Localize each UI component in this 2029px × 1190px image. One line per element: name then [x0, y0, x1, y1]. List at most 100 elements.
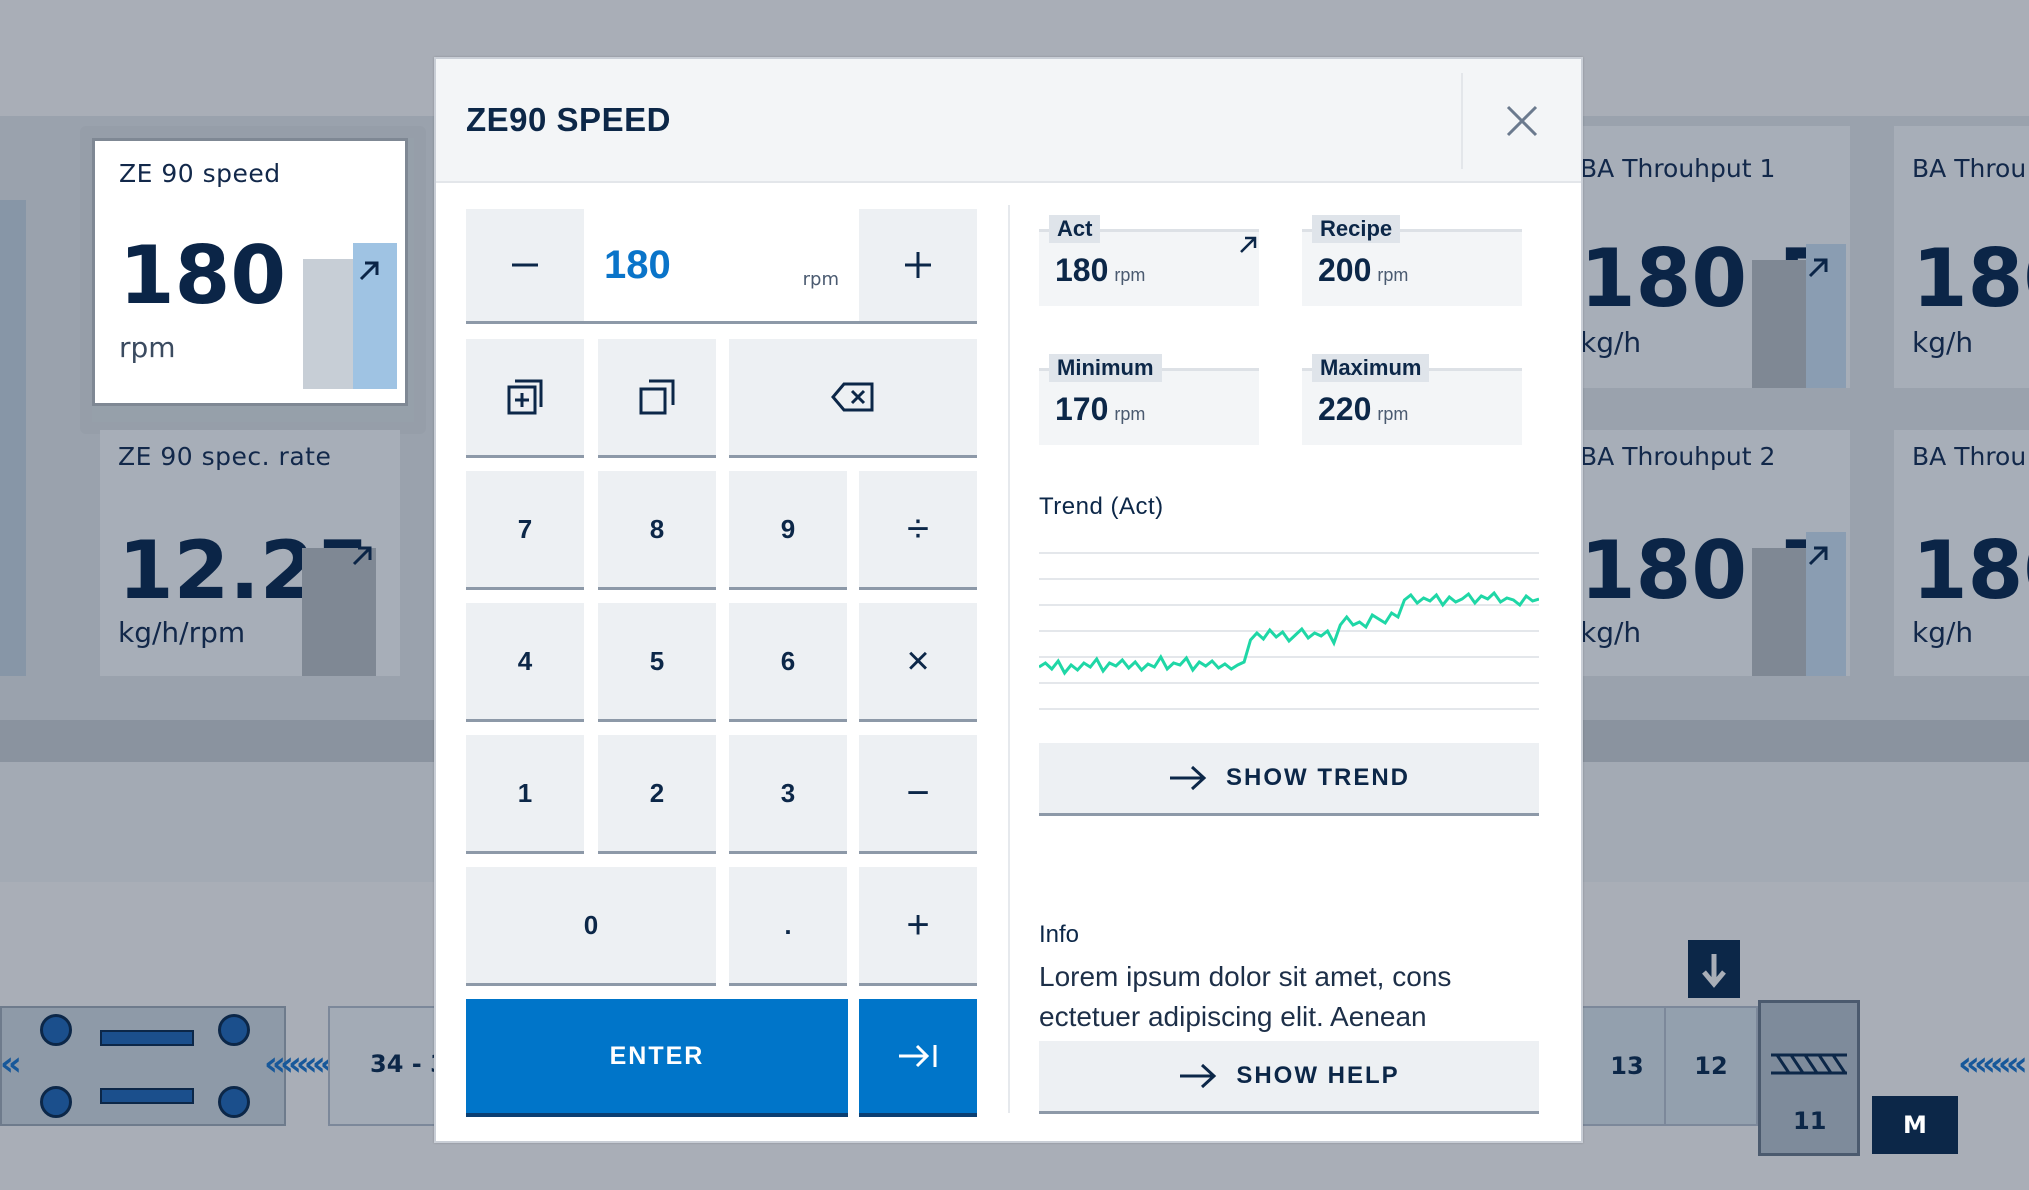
stat-act: Act 180 rpm [1039, 215, 1259, 306]
key-decimal[interactable]: . [729, 867, 847, 986]
dialog-title: ZE90 SPEED [466, 101, 671, 138]
key-1[interactable]: 1 [466, 735, 584, 854]
stat-value: 170 rpm [1055, 391, 1145, 428]
stat-recipe: Recipe 200 rpm [1302, 215, 1522, 306]
multiply-icon: × [906, 638, 930, 683]
tile-label: BA Throu [1912, 442, 2027, 471]
plus-icon [905, 252, 931, 278]
trend-up-icon [352, 546, 372, 566]
stat-label: Recipe [1312, 215, 1401, 243]
stat-unit: rpm [1377, 404, 1409, 424]
tile-value: 180 [1912, 524, 2029, 617]
dialog-header: ZE90 SPEED [436, 59, 1581, 183]
divide-icon: ÷ [907, 506, 929, 551]
node-icon [40, 1014, 72, 1046]
stat-minimum: Minimum 170 rpm [1039, 354, 1259, 445]
input-unit: rpm [802, 269, 839, 290]
tile-ba-throughput-3[interactable]: BA Throu 180 kg/h [1894, 126, 2029, 388]
connector-bar [100, 1030, 194, 1046]
tile-ze90-speed[interactable]: ZE 90 speed 180 rpm [92, 138, 408, 406]
minus-icon [512, 263, 538, 267]
key-label: 0 [583, 909, 599, 940]
tile-unit: kg/h [1912, 326, 1974, 359]
show-help-button[interactable]: SHOW HELP [1039, 1041, 1539, 1114]
value-input[interactable]: 180 rpm [584, 209, 859, 324]
key-5[interactable]: 5 [598, 603, 716, 722]
motor-badge[interactable]: M [1872, 1096, 1958, 1154]
key-6[interactable]: 6 [729, 603, 847, 722]
stat-unit: rpm [1114, 404, 1146, 424]
tile-unit: kg/h [1580, 616, 1642, 649]
show-trend-button[interactable]: SHOW TREND [1039, 743, 1539, 816]
backspace-button[interactable] [729, 339, 977, 458]
close-button[interactable] [1461, 73, 1581, 169]
node-icon [218, 1014, 250, 1046]
show-help-label: SHOW HELP [1236, 1062, 1400, 1089]
tile-label: ZE 90 spec. rate [118, 442, 332, 471]
column-divider [1008, 205, 1010, 1113]
key-3[interactable]: 3 [729, 735, 847, 854]
stat-label: Maximum [1312, 354, 1430, 382]
copy-icon [639, 379, 675, 415]
plus-icon: + [906, 902, 930, 947]
stat-label: Act [1049, 215, 1101, 243]
stat-number: 200 [1318, 252, 1372, 288]
key-2[interactable]: 2 [598, 735, 716, 854]
key-4[interactable]: 4 [466, 603, 584, 722]
decrement-button[interactable] [466, 209, 584, 324]
segment-11[interactable]: 11 [1758, 1000, 1860, 1156]
trend-sparkline [1039, 552, 1539, 710]
tile-unit: kg/h [1580, 326, 1642, 359]
motor-label: M [1903, 1111, 1927, 1139]
segment-13[interactable]: 13 [1580, 1006, 1674, 1126]
show-trend-label: SHOW TREND [1226, 764, 1410, 791]
segment-12[interactable]: 12 [1664, 1006, 1758, 1126]
paste-add-button[interactable] [466, 339, 584, 458]
enter-label: ENTER [609, 1041, 705, 1070]
tile-ba-throughput-2[interactable]: BA Throuhput 2 180.5 kg/h [1580, 430, 1850, 676]
tile-ba-throughput-4[interactable]: BA Throu 180 kg/h [1894, 430, 2029, 676]
tile-unit: kg/h [1912, 616, 1974, 649]
increment-button[interactable] [859, 209, 977, 324]
key-add[interactable]: + [859, 867, 977, 986]
stat-number: 220 [1318, 391, 1372, 427]
node-icon [40, 1086, 72, 1118]
input-value: 180 [604, 243, 671, 287]
trend-up-icon [1240, 236, 1257, 253]
key-multiply[interactable]: × [859, 603, 977, 722]
tile-unit: kg/h/rpm [118, 616, 246, 649]
tab-next-button[interactable] [859, 999, 977, 1117]
key-label: 4 [517, 645, 533, 676]
feeder-down-icon[interactable] [1688, 940, 1740, 998]
trend-label: Trend (Act) [1039, 493, 1164, 520]
segment-label: 11 [1793, 1107, 1827, 1135]
key-label: . [784, 909, 792, 940]
trend-up-icon [1808, 546, 1828, 566]
stat-label: Minimum [1049, 354, 1162, 382]
key-label: 7 [517, 513, 533, 544]
partial-left-tile [0, 200, 26, 676]
key-7[interactable]: 7 [466, 471, 584, 590]
trend-up-icon [1808, 258, 1828, 278]
segment-label: 13 [1610, 1052, 1644, 1080]
tile-ba-throughput-1[interactable]: BA Throuhput 1 180.5 kg/h [1580, 126, 1850, 388]
close-icon [1506, 105, 1538, 137]
key-label: 2 [649, 777, 665, 808]
stat-unit: rpm [1377, 265, 1409, 285]
copy-add-icon [507, 379, 543, 415]
stat-value: 220 rpm [1318, 391, 1408, 428]
key-0[interactable]: 0 [466, 867, 716, 986]
key-subtract[interactable]: − [859, 735, 977, 854]
key-divide[interactable]: ÷ [859, 471, 977, 590]
tile-ze90-spec-rate[interactable]: ZE 90 spec. rate 12.25 kg/h/rpm [100, 430, 400, 676]
tile-label: BA Throuhput 2 [1580, 442, 1776, 471]
tile-label: BA Throuhput 1 [1580, 154, 1776, 183]
stat-number: 170 [1055, 391, 1109, 427]
key-label: 6 [780, 645, 796, 676]
key-9[interactable]: 9 [729, 471, 847, 590]
copy-button[interactable] [598, 339, 716, 458]
key-8[interactable]: 8 [598, 471, 716, 590]
enter-button[interactable]: ENTER [466, 999, 848, 1117]
minus-icon: − [906, 770, 930, 815]
segment-34[interactable]: 34 - 3 [328, 1006, 447, 1126]
